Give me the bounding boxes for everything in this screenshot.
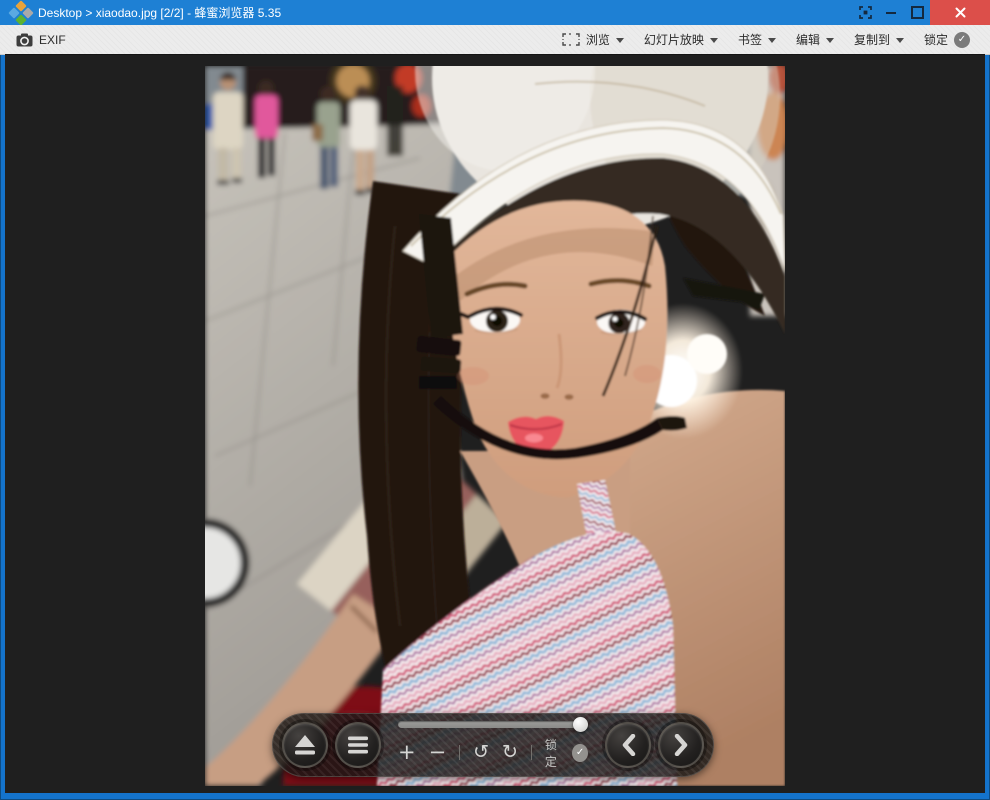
chevron-down-icon	[768, 38, 776, 43]
fit-window-icon	[562, 33, 580, 46]
exif-label: EXIF	[39, 33, 66, 47]
toolbar: EXIF 浏览 幻灯片放映 书签 编辑	[0, 25, 990, 55]
prev-image-button[interactable]	[605, 722, 651, 768]
titlebar: Desktop > xiaodao.jpg [2/2] - 蜂蜜浏览器 5.35	[0, 0, 990, 25]
chevron-left-icon	[621, 734, 636, 756]
camera-icon	[16, 33, 33, 47]
app-window: Desktop > xiaodao.jpg [2/2] - 蜂蜜浏览器 5.35	[0, 0, 990, 800]
menu-bookmark[interactable]: 书签	[738, 31, 776, 48]
menu-copy-to-label: 复制到	[854, 31, 890, 48]
chevron-down-icon	[826, 38, 834, 43]
zoom-slider-thumb[interactable]	[573, 717, 588, 732]
window-title: Desktop > xiaodao.jpg [2/2] - 蜂蜜浏览器 5.35	[38, 4, 281, 21]
minimize-button[interactable]	[878, 0, 904, 25]
close-icon	[955, 7, 966, 18]
maximize-button[interactable]	[904, 0, 930, 25]
chevron-down-icon	[710, 38, 718, 43]
exif-button[interactable]: EXIF	[10, 30, 72, 50]
fullscreen-icon	[859, 6, 872, 19]
zoom-slider[interactable]	[398, 721, 588, 728]
zoom-out-button[interactable]: −	[429, 742, 447, 763]
lock-toggle[interactable]: 锁定 ✓	[545, 736, 588, 770]
eject-icon	[293, 734, 317, 756]
menu-browse[interactable]: 浏览	[562, 31, 624, 48]
check-circle-icon: ✓	[954, 32, 970, 48]
viewer-control-bar: + − ↺ ↻ 锁定 ✓	[272, 713, 714, 777]
chevron-right-icon	[674, 734, 689, 756]
next-image-button[interactable]	[658, 722, 704, 768]
menu-slideshow-label: 幻灯片放映	[644, 31, 704, 48]
lock-label: 锁定	[545, 736, 566, 770]
menu-lock-label: 锁定	[924, 31, 948, 48]
hamburger-menu-icon	[347, 736, 369, 754]
image-viewer-canvas[interactable]: + − ↺ ↻ 锁定 ✓	[5, 54, 985, 793]
menu-slideshow[interactable]: 幻灯片放映	[644, 31, 718, 48]
maximize-icon	[911, 6, 924, 19]
fullscreen-button[interactable]	[852, 0, 878, 25]
rotate-left-button[interactable]: ↺	[473, 743, 489, 762]
divider	[459, 745, 460, 760]
photo-image	[205, 66, 785, 786]
honeyview-logo-icon	[10, 2, 32, 24]
menu-edit-label: 编辑	[796, 31, 820, 48]
menu-bookmark-label: 书签	[738, 31, 762, 48]
menu-edit[interactable]: 编辑	[796, 31, 834, 48]
eject-button[interactable]	[282, 722, 328, 768]
chevron-down-icon	[896, 38, 904, 43]
menu-button[interactable]	[335, 722, 381, 768]
divider	[531, 745, 532, 760]
chevron-down-icon	[616, 38, 624, 43]
close-button[interactable]	[930, 0, 990, 25]
menu-lock[interactable]: 锁定 ✓	[924, 31, 970, 48]
zoom-in-button[interactable]: +	[398, 742, 416, 763]
menu-browse-label: 浏览	[586, 31, 610, 48]
rotate-right-button[interactable]: ↻	[502, 743, 518, 762]
check-circle-icon: ✓	[572, 744, 588, 762]
menu-copy-to[interactable]: 复制到	[854, 31, 904, 48]
minimize-icon	[886, 12, 896, 14]
